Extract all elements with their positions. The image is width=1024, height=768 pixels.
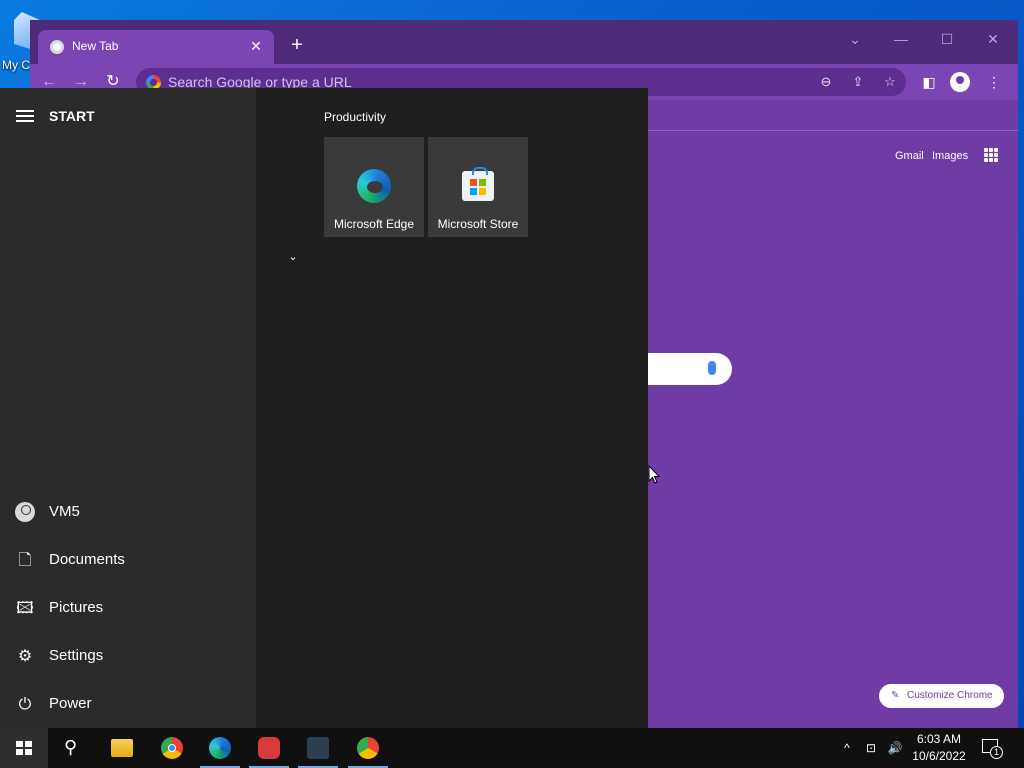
sidebar-item-power[interactable]: ⏻ Power [0,682,256,726]
images-link[interactable]: Images [932,150,968,162]
windows-logo-icon [16,741,32,755]
notifications-icon[interactable]: 1 [980,737,1003,759]
tab-title: New Tab [72,39,119,53]
folder-icon [111,739,133,757]
google-apps-icon[interactable] [984,148,998,162]
chrome-titlebar: New Tab ✕ + ⌄ — ☐ ✕ [30,20,1018,64]
profile-avatar-icon[interactable] [950,72,970,92]
tile-group-title[interactable]: Productivity [324,110,386,124]
power-icon: ⏻ [18,696,32,713]
chrome-profile-icon [357,737,379,759]
taskbar-chrome[interactable] [148,728,196,768]
taskbar-search-button[interactable]: ⚲ [48,728,96,768]
microphone-icon[interactable] [708,361,716,375]
taskbar-chrome-profile[interactable] [344,728,392,768]
start-title: START [49,108,95,124]
minimize-button[interactable]: — [878,24,924,54]
zoom-icon[interactable]: ⊖ [816,72,836,92]
gmail-link[interactable]: Gmail [895,150,924,162]
side-panel-icon[interactable]: ◧ [918,71,940,93]
customize-chrome-label: Customize Chrome [907,690,993,701]
close-window-button[interactable]: ✕ [970,24,1016,54]
share-icon[interactable]: ⇪ [848,72,868,92]
mouse-cursor-icon [648,465,660,484]
sidebar-item-label: Power [49,695,92,712]
sidebar-item-label: Pictures [49,599,104,616]
maximize-button[interactable]: ☐ [924,24,970,54]
taskbar-clock[interactable]: 6:03 AM 10/6/2022 [904,731,974,765]
taskbar-file-explorer[interactable] [98,728,146,768]
tab-close-icon[interactable]: ✕ [246,36,266,56]
clock-date: 10/6/2022 [912,749,966,763]
start-button[interactable] [0,728,48,768]
user-avatar-icon [15,502,35,522]
start-sidebar: START VM5 🗋 Documents 🖾 Pictures ⚙ Setti… [0,88,256,728]
sidebar-item-documents[interactable]: 🗋 Documents [0,538,256,582]
hamburger-menu-icon[interactable] [16,110,34,124]
document-icon: 🗋 [18,552,32,569]
desktop-icon-label: My C [2,58,30,72]
tile-label: Microsoft Store [437,217,519,231]
collapse-chevron-icon[interactable]: ⌄ [286,250,300,264]
chrome-favicon-icon [50,40,64,54]
taskbar-app-red[interactable] [245,728,293,768]
pictures-icon: 🖾 [16,600,34,617]
taskbar-app-dark[interactable] [294,728,342,768]
sidebar-item-label: Documents [49,551,125,568]
sidebar-item-label: VM5 [49,503,80,520]
sidebar-item-label: Settings [49,647,104,664]
app-dark-icon [307,737,329,759]
start-menu: START VM5 🗋 Documents 🖾 Pictures ⚙ Setti… [0,88,648,728]
sidebar-item-pictures[interactable]: 🖾 Pictures [0,586,256,630]
new-tab-button[interactable]: + [286,34,308,56]
volume-icon[interactable]: 🔊 [884,728,906,768]
show-hidden-icons-chevron[interactable]: ^ [838,728,856,768]
notification-count-badge: 1 [990,746,1003,759]
tab-new-tab[interactable]: New Tab ✕ [38,30,274,64]
clock-time: 6:03 AM [916,732,962,746]
pencil-icon: ✎ [891,690,900,701]
store-icon [462,167,494,201]
taskbar-edge[interactable] [196,728,244,768]
edge-icon [357,169,391,203]
tile-microsoft-edge[interactable]: Microsoft Edge [324,137,424,237]
edge-icon [209,737,231,759]
network-icon[interactable]: ⊡ [860,728,882,768]
gear-icon: ⚙ [17,648,33,665]
customize-chrome-button[interactable]: ✎ Customize Chrome [879,684,1004,708]
sidebar-item-settings[interactable]: ⚙ Settings [0,634,256,678]
tab-search-chevron-icon[interactable]: ⌄ [832,24,878,54]
bookmark-star-icon[interactable]: ☆ [880,72,900,92]
chrome-menu-icon[interactable]: ⋮ [983,71,1005,93]
app-red-icon [258,737,280,759]
tile-label: Microsoft Edge [333,217,415,231]
tile-microsoft-store[interactable]: Microsoft Store [428,137,528,237]
search-icon: ⚲ [64,737,78,757]
sidebar-item-user[interactable]: VM5 [0,490,256,534]
taskbar: ⚲ ^ ⊡ 🔊 6:03 AM 10/6/2022 1 [0,728,1024,768]
